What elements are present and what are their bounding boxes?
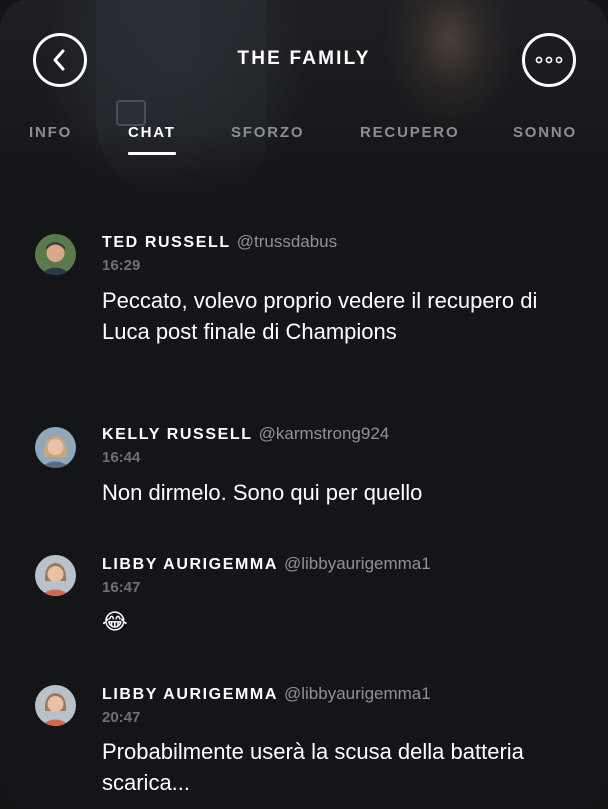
- message-timestamp: 16:44: [102, 449, 141, 466]
- tab-sforzo[interactable]: SFORZO: [231, 124, 304, 141]
- sender-handle[interactable]: @libbyaurigemma1: [284, 684, 431, 703]
- sender-name[interactable]: LIBBY AURIGEMMA: [102, 686, 278, 703]
- sender-handle[interactable]: @trussdabus: [237, 232, 337, 251]
- message-header: TED RUSSELL @trussdabus: [102, 232, 337, 252]
- message-text: Probabilmente userà la scusa della batte…: [102, 739, 524, 795]
- chat-screen: THE FAMILY INFO CHAT SFORZO RECUPERO SON…: [0, 0, 608, 809]
- message-timestamp: 20:47: [102, 709, 141, 726]
- sender-handle[interactable]: @libbyaurigemma1: [284, 554, 431, 573]
- message-header: LIBBY AURIGEMMA @libbyaurigemma1: [102, 684, 431, 704]
- message-timestamp: 16:29: [102, 257, 141, 274]
- tab-info[interactable]: INFO: [29, 124, 72, 141]
- message-text: Peccato, volevo proprio vedere il recupe…: [102, 288, 538, 344]
- avatar[interactable]: [35, 555, 76, 596]
- more-dots-icon: [535, 56, 563, 64]
- tab-sonno[interactable]: SONNO: [513, 124, 577, 141]
- message-text: 😂: [102, 609, 128, 634]
- more-options-button[interactable]: [522, 33, 576, 87]
- message-text: Non dirmelo. Sono qui per quello: [102, 480, 423, 505]
- tab-recupero[interactable]: RECUPERO: [360, 124, 459, 141]
- message-timestamp: 16:47: [102, 579, 141, 596]
- page-title: THE FAMILY: [237, 48, 371, 69]
- avatar-image: [35, 234, 76, 275]
- sender-name[interactable]: KELLY RUSSELL: [102, 426, 253, 443]
- header-background-image: [0, 0, 608, 210]
- tab-bar: INFO CHAT SFORZO RECUPERO SONNO: [0, 124, 608, 164]
- avatar[interactable]: [35, 685, 76, 726]
- avatar[interactable]: [35, 234, 76, 275]
- active-tab-indicator: [128, 152, 176, 155]
- avatar-image: [35, 427, 76, 468]
- message-header: LIBBY AURIGEMMA @libbyaurigemma1: [102, 554, 431, 574]
- watch-image: [116, 100, 146, 126]
- avatar-image: [35, 555, 76, 596]
- message-header: KELLY RUSSELL @karmstrong924: [102, 424, 389, 444]
- sender-name[interactable]: TED RUSSELL: [102, 234, 231, 251]
- tab-chat[interactable]: CHAT: [128, 124, 176, 141]
- sender-name[interactable]: LIBBY AURIGEMMA: [102, 556, 278, 573]
- sender-handle[interactable]: @karmstrong924: [259, 424, 390, 443]
- avatar-image: [35, 685, 76, 726]
- avatar[interactable]: [35, 427, 76, 468]
